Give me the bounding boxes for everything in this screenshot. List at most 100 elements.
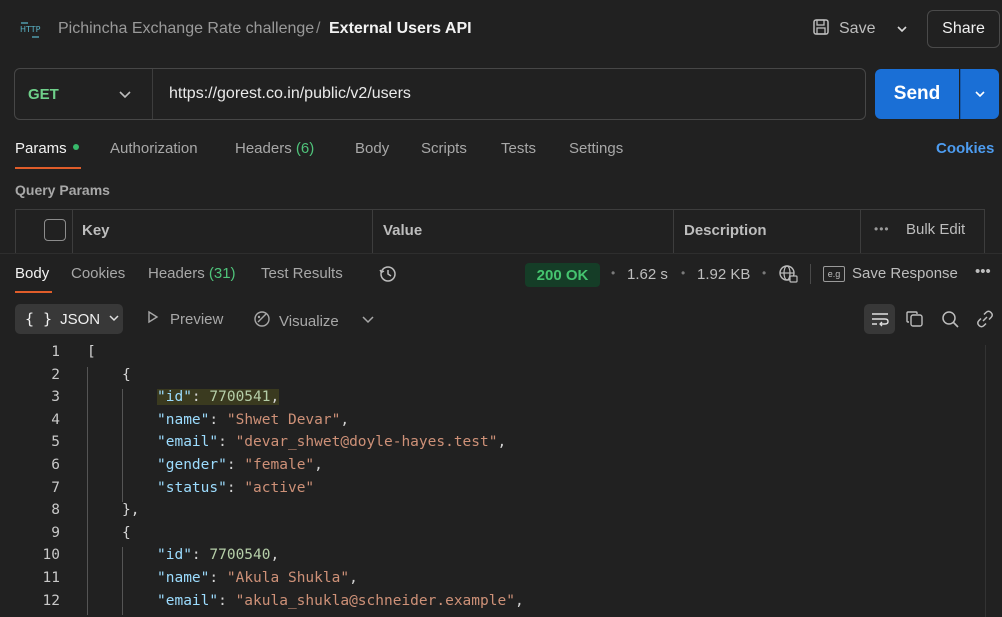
token-punct: [ [87,344,96,360]
chevron-down-icon[interactable] [117,86,133,102]
response-size[interactable]: 1.92 KB [697,266,750,283]
scrollbar[interactable] [985,345,1002,617]
line-number: 7 [51,479,60,496]
search-icon[interactable] [939,308,961,330]
preview-button[interactable]: Preview [146,310,223,328]
column-header-value: Value [383,222,423,239]
line-number: 11 [42,570,60,586]
response-headers-count: (31) [208,265,236,282]
response-tab-body[interactable]: Body [15,265,49,282]
token-punct: : [209,411,227,428]
token-punct: , [270,547,280,564]
token-punct: , [340,411,350,428]
link-icon[interactable] [974,308,996,330]
more-options-icon[interactable]: ••• [975,263,991,280]
pane-divider[interactable] [0,253,1002,254]
response-body-editor[interactable]: 1 [2{3 "id": 7700541, 4 "name": "Shwet Devar… [0,343,985,617]
response-time[interactable]: 1.62 s [627,266,668,283]
visualize-button[interactable]: Visualize [253,310,339,332]
token-num: 7700540 [209,547,271,564]
tab-scripts[interactable]: Scripts [421,140,467,157]
code-line: 3 "id": 7700541, [0,389,985,412]
chevron-down-icon[interactable] [360,311,376,327]
code-line: 7 "status": "active" [0,480,985,503]
bulk-edit-button[interactable]: Bulk Edit [906,221,965,238]
tab-headers[interactable]: Headers (6) [235,140,314,157]
cookies-link[interactable]: Cookies [936,140,994,157]
code-line: 2{ [0,367,985,390]
save-options-chevron-down-icon[interactable] [890,16,914,42]
copy-icon[interactable] [904,308,926,330]
save-label: Save [839,20,876,37]
send-button[interactable]: Send [875,69,959,119]
breadcrumb-separator: / [316,20,321,37]
query-params-label: Query Params [15,182,110,198]
token-punct: , [497,434,507,451]
tab-authorization[interactable]: Authorization [110,140,198,157]
save-response-icon[interactable]: e.g [823,266,845,282]
breadcrumb-collection[interactable]: Pichincha Exchange Rate challenge [58,20,314,38]
token-punct: : [191,547,210,564]
line-number: 3 [51,389,60,406]
tab-params[interactable]: Params [15,140,79,157]
token-punct: : [191,389,210,406]
tab-tests[interactable]: Tests [501,140,536,157]
bullet-separator: • [762,266,767,280]
visualize-label: Visualize [279,312,339,330]
code-line: 11 "name": "Akula Shukla", [0,570,985,593]
wrap-lines-icon[interactable] [864,304,895,334]
share-button[interactable]: Share [927,10,1000,48]
token-key: "name" [157,570,210,586]
tab-settings[interactable]: Settings [569,140,623,157]
response-tab-test-results[interactable]: Test Results [261,265,343,282]
line-number: 10 [42,547,60,564]
braces-icon: { } [25,310,53,328]
code-text: { [122,367,131,383]
response-tab-headers[interactable]: Headers (31) [148,265,236,282]
format-select[interactable]: { } JSON [15,304,123,334]
token-num: 7700541 [209,389,271,406]
params-active-dot [72,144,79,151]
format-label: JSON [60,310,101,328]
token-punct: , [514,592,524,609]
save-icon [811,17,831,42]
url-bar [14,68,866,120]
history-icon[interactable] [378,264,398,284]
response-tab-cookies[interactable]: Cookies [71,265,125,282]
token-punct: : [209,570,227,586]
token-key: "status" [157,479,227,496]
indent-guide [122,547,123,616]
url-input[interactable]: https://gorest.co.in/public/v2/users [169,85,411,103]
select-all-checkbox[interactable] [44,219,66,241]
indent-guide [122,389,123,503]
send-options-chevron-down-icon[interactable] [960,69,999,119]
network-globe-icon[interactable] [778,264,798,284]
code-text: "id": 7700541, [157,389,280,406]
svg-text:HTTP: HTTP [20,25,41,34]
line-number: 9 [51,524,60,541]
token-punct: , [270,389,280,406]
token-str: "akula_shukla@schneider.example" [235,592,515,609]
token-key: "id" [157,389,192,406]
method-select[interactable]: GET [28,86,59,103]
request-title[interactable]: External Users API [329,20,472,38]
tab-body[interactable]: Body [355,140,389,157]
save-button[interactable]: Save [811,14,883,44]
table-divider [72,209,73,253]
more-options-icon[interactable]: ••• [874,222,890,236]
line-number: 5 [51,434,60,451]
http-icon: HTTP [18,18,42,42]
line-number: 4 [51,411,60,428]
bullet-separator: • [681,266,686,280]
line-number: 1 [51,344,60,360]
divider [810,264,811,284]
code-line: 5 "email": "devar_shwet@doyle-hayes.test"… [0,434,985,457]
active-tab-underline [15,291,52,293]
status-badge[interactable]: 200 OK [525,263,600,287]
column-header-description: Description [684,222,767,239]
save-response-button[interactable]: Save Response [852,265,958,282]
token-punct: { [122,366,131,383]
token-str: "Shwet Devar" [226,411,341,428]
table-divider [372,209,373,253]
tab-headers-label: Headers [235,140,292,157]
